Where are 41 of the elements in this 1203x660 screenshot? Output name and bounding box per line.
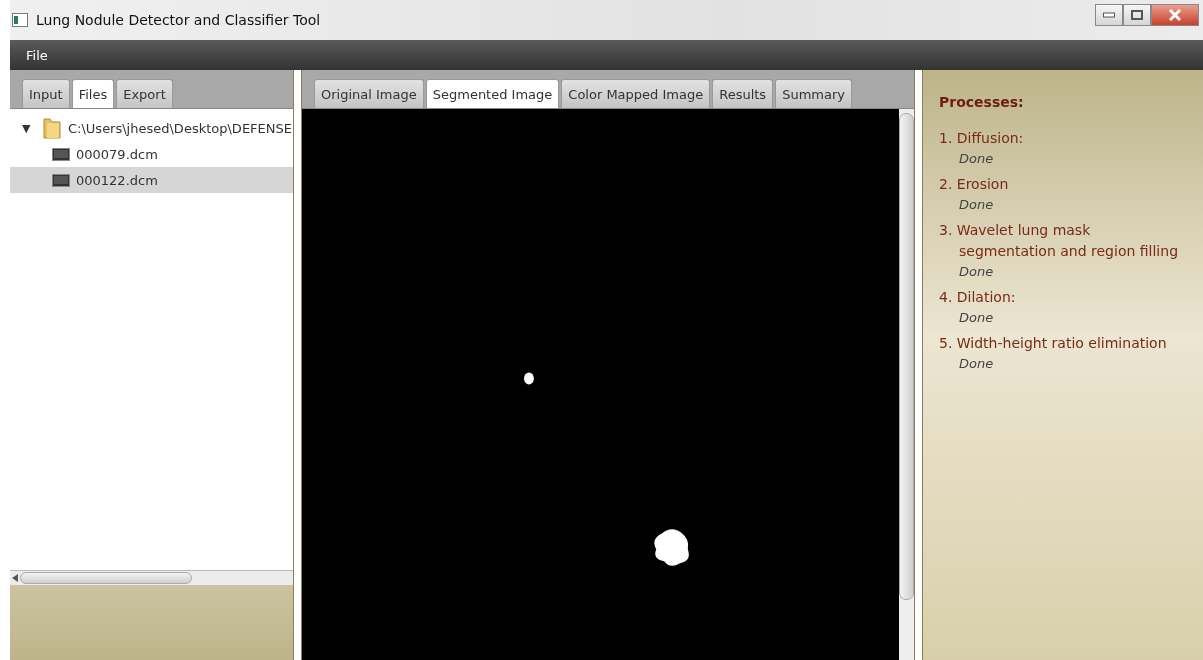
minimize-button[interactable] (1095, 4, 1123, 26)
process-name: 5. Width-height ratio elimination (939, 334, 1168, 353)
tab[interactable]: Segmented Image (425, 79, 560, 108)
tab[interactable]: Summary (775, 79, 852, 108)
maximize-icon (1131, 10, 1143, 20)
process-name: 3. Wavelet lung mask (939, 221, 1092, 240)
tree-item[interactable]: C:\Users\jhesed\Desktop\DEFENSE (68, 120, 292, 136)
splitter[interactable] (293, 70, 302, 660)
process-name: 1. Diffusion: (939, 129, 1025, 148)
process-status: Done (958, 356, 995, 371)
close-button[interactable] (1151, 4, 1199, 26)
file-icon (52, 173, 70, 187)
tab[interactable]: Original Image (314, 79, 424, 108)
tab[interactable]: Input (22, 79, 70, 108)
tab[interactable]: Color Mapped Image (561, 79, 711, 108)
expand-toggle[interactable]: ▼ (22, 121, 36, 135)
process-status: Done (958, 151, 995, 166)
process-name: 4. Dilation: (939, 288, 1017, 307)
process-name: 2. Erosion (939, 175, 1010, 194)
process-status: Done (958, 197, 995, 212)
minimize-icon (1103, 12, 1115, 18)
splitter[interactable] (914, 70, 923, 660)
maximize-button[interactable] (1123, 4, 1151, 26)
process-status: Done (958, 310, 995, 325)
tab[interactable]: Export (116, 79, 173, 108)
window-title: Lung Nodule Detector and Classifier Tool (36, 12, 322, 28)
horizontal-scrollbar[interactable] (10, 570, 293, 585)
process-name: segmentation and region filling (958, 242, 1180, 261)
tab[interactable]: Results (712, 79, 774, 108)
tree-item[interactable]: 000122.dcm (10, 167, 293, 193)
process-status: Done (958, 264, 995, 279)
vertical-scrollbar[interactable] (899, 109, 914, 660)
menu-item[interactable]: File (26, 47, 48, 63)
folder-icon (42, 116, 62, 140)
close-icon (1169, 9, 1181, 21)
tree-item[interactable]: 000079.dcm (10, 141, 293, 167)
scroll-left-arrow-icon[interactable] (12, 574, 18, 582)
file-icon (52, 147, 70, 161)
tab[interactable]: Files (71, 79, 115, 108)
app-icon (12, 13, 28, 27)
section-heading: Processes: (939, 94, 1025, 110)
